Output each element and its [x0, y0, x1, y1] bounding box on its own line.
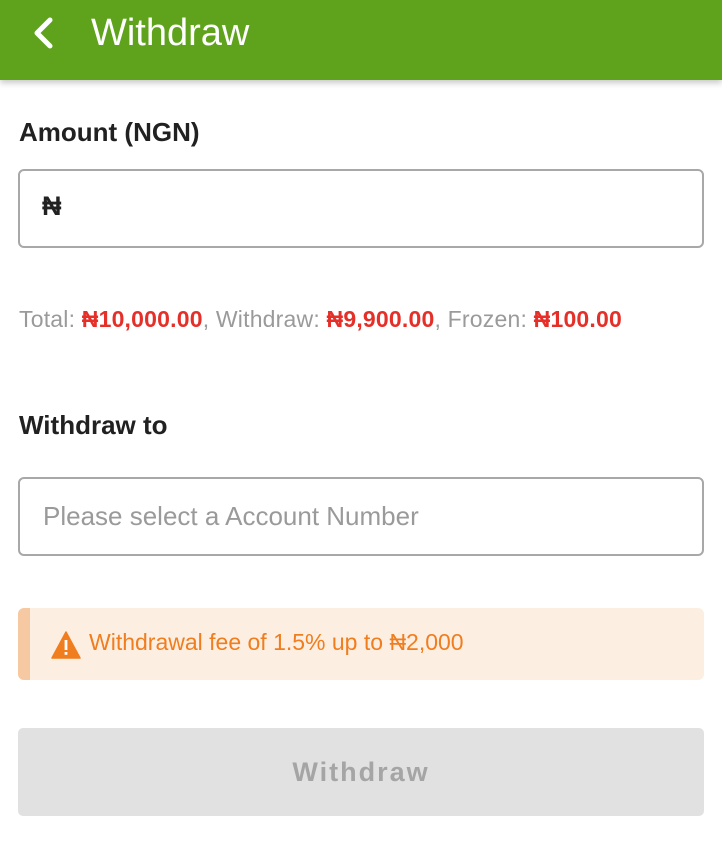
app-bar: Withdraw [0, 0, 722, 80]
account-number-select[interactable]: Please select a Account Number [18, 477, 704, 556]
fee-notice: Withdrawal fee of 1.5% up to ₦2,000 [18, 608, 704, 680]
notice-accent-bar [18, 608, 30, 680]
warning-icon [51, 631, 81, 659]
balance-summary: Total: ₦10,000.00, Withdraw: ₦9,900.00, … [19, 306, 622, 333]
withdraw-label: , Withdraw: [202, 306, 327, 332]
page-title: Withdraw [91, 12, 250, 54]
frozen-label: , Frozen: [434, 306, 534, 332]
notice-text: Withdrawal fee of 1.5% up to ₦2,000 [89, 629, 464, 655]
amount-field[interactable]: ₦ [18, 169, 704, 248]
total-value: ₦10,000.00 [81, 306, 203, 332]
account-select-placeholder: Please select a Account Number [43, 501, 419, 531]
frozen-value: ₦100.00 [533, 306, 622, 332]
back-button[interactable] [26, 16, 60, 50]
amount-input[interactable] [82, 181, 682, 237]
currency-symbol: ₦ [42, 191, 62, 221]
withdraw-button[interactable]: Withdraw [18, 728, 704, 816]
amount-label: Amount (NGN) [19, 117, 200, 147]
total-label: Total: [19, 306, 82, 332]
chevron-left-icon [34, 17, 53, 49]
withdrawable-value: ₦9,900.00 [326, 306, 435, 332]
withdraw-to-label: Withdraw to [19, 410, 168, 440]
